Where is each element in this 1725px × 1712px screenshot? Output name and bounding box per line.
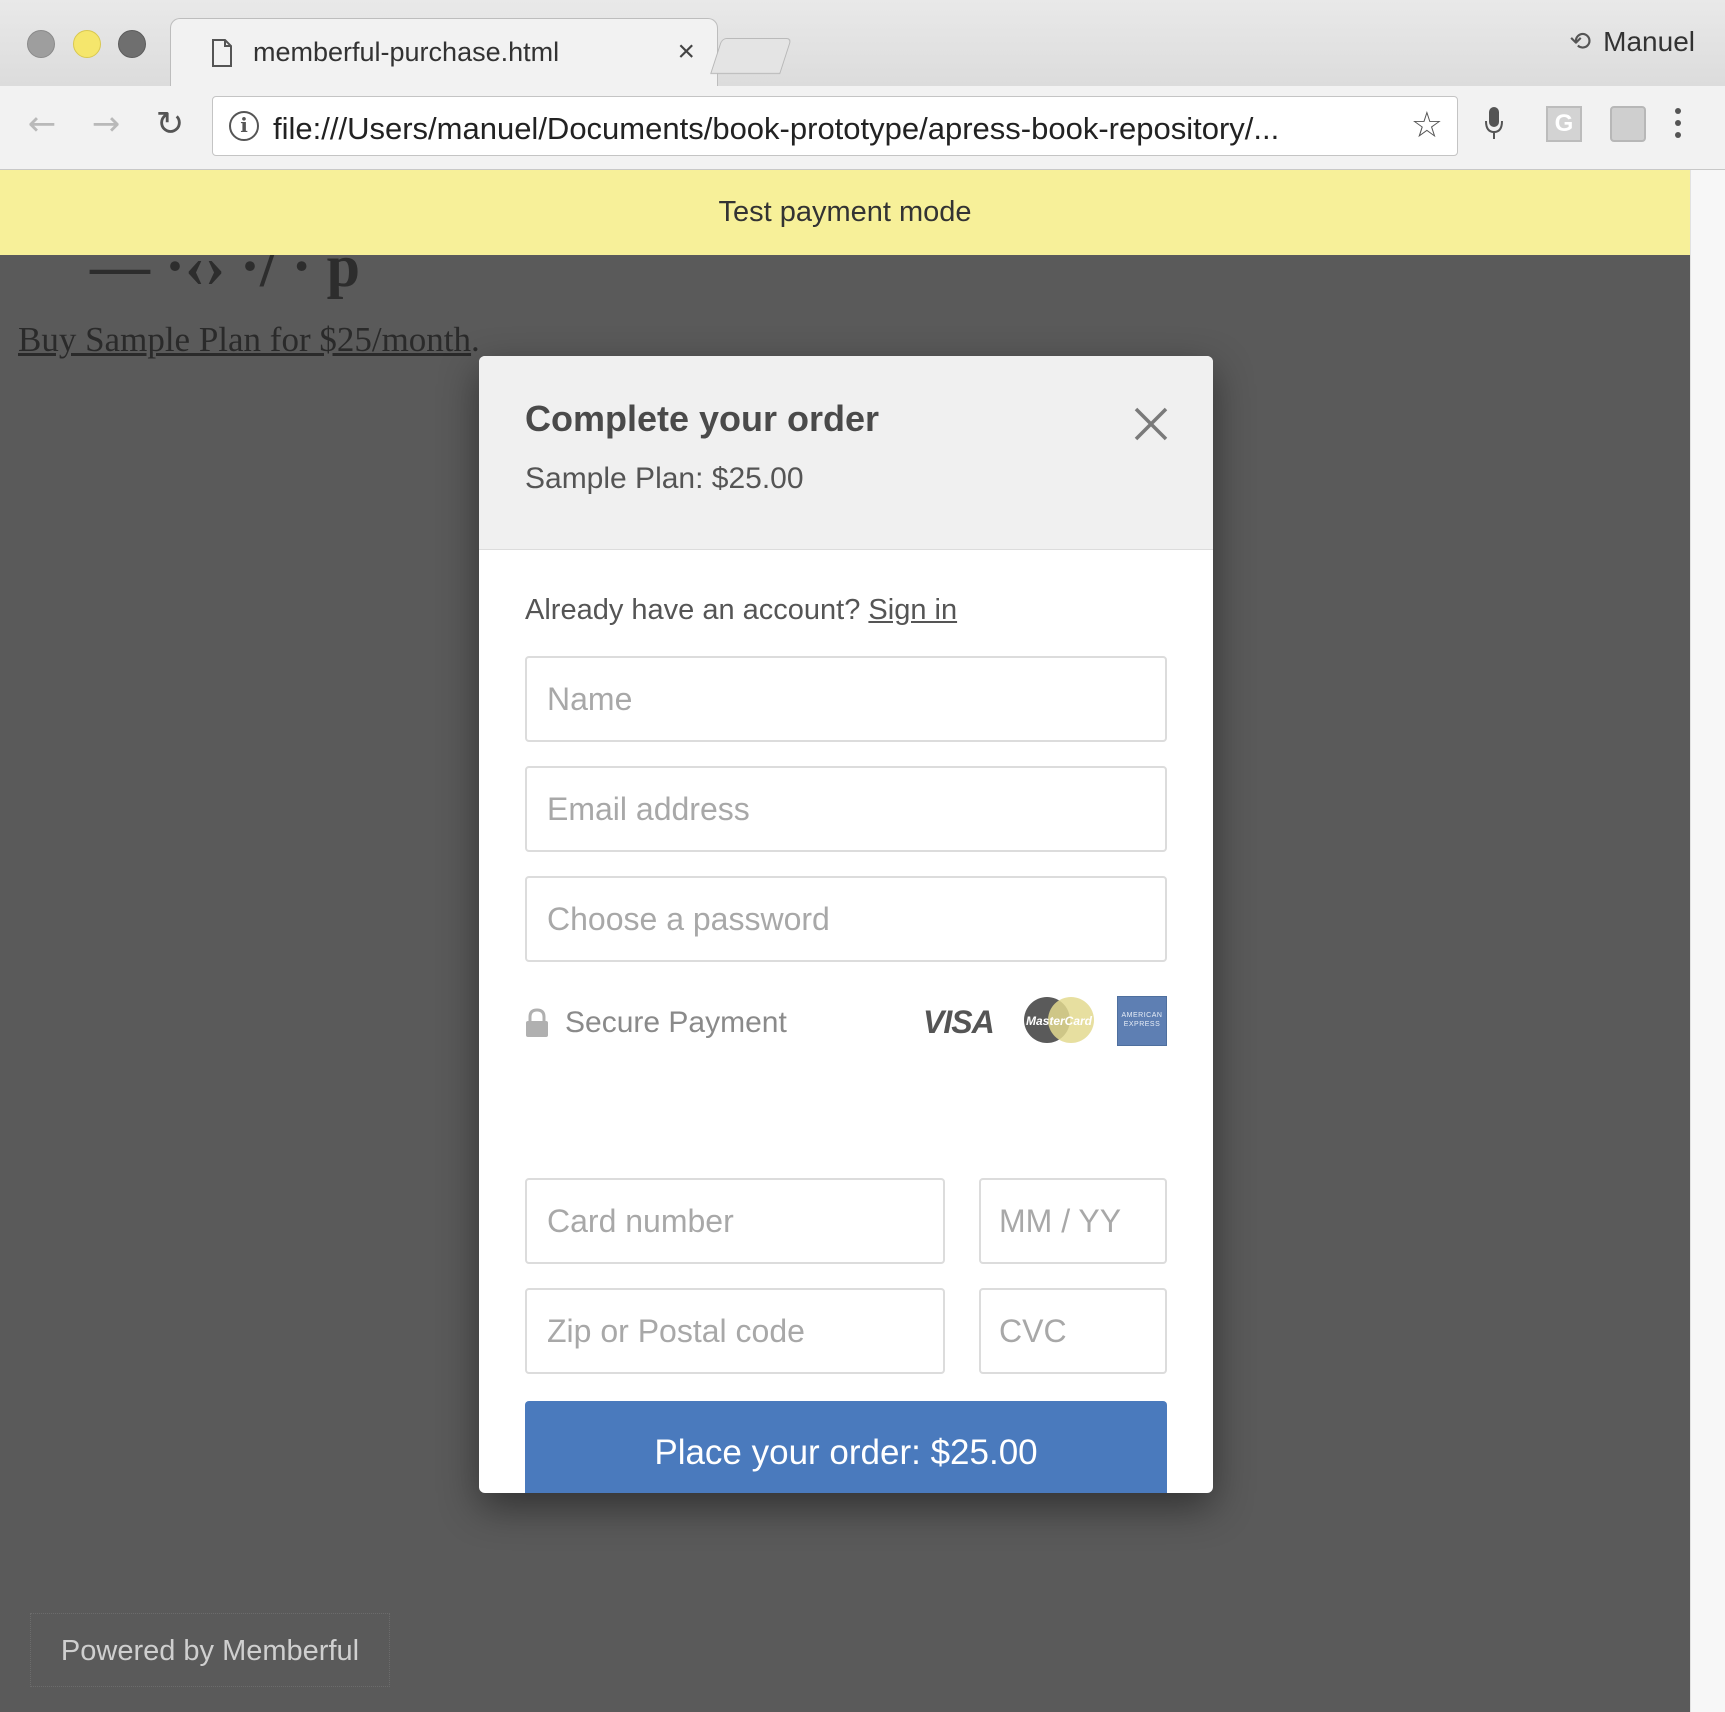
buy-plan-link-text[interactable]: Buy Sample Plan for $25/month [18, 320, 471, 359]
plan-price: Sample Plan: $25.00 [525, 462, 804, 495]
zip-input[interactable] [525, 1288, 945, 1374]
email-input[interactable] [525, 766, 1167, 852]
back-arrow-icon[interactable]: ← [20, 102, 64, 146]
mastercard-text: MasterCard [1026, 1014, 1093, 1028]
tab-title: memberful-purchase.html [253, 37, 560, 67]
profile-button[interactable]: ⟲ Manuel [1569, 26, 1695, 58]
browser-tab-active[interactable]: memberful-purchase.html × [170, 18, 718, 88]
sign-in-link[interactable]: Sign in [868, 594, 957, 626]
tab-close-icon[interactable]: × [677, 35, 695, 68]
extension-g-icon[interactable]: G [1546, 106, 1582, 142]
expiry-input[interactable] [979, 1178, 1167, 1264]
info-icon[interactable]: i [229, 111, 259, 141]
bookmark-star-icon[interactable]: ☆ [1411, 105, 1443, 146]
window-maximize-button[interactable] [118, 30, 146, 58]
kebab-menu-icon[interactable] [1670, 104, 1686, 144]
checkout-modal: Complete your order Sample Plan: $25.00 … [479, 356, 1213, 1493]
visa-icon: VISA [923, 1004, 995, 1040]
url-text[interactable]: file:///Users/manuel/Documents/book-prot… [273, 111, 1279, 147]
window-close-button[interactable] [27, 30, 55, 58]
browser-toolbar: ← → ↻ i file:///Users/manuel/Documents/b… [0, 86, 1725, 170]
card-number-input[interactable] [525, 1178, 945, 1264]
cvc-input[interactable] [979, 1288, 1167, 1374]
modal-header: Complete your order Sample Plan: $25.00 [479, 356, 1213, 550]
name-input[interactable] [525, 656, 1167, 742]
window-titlebar: memberful-purchase.html × ⟲ Manuel [0, 0, 1725, 88]
reload-icon[interactable]: ↻ [148, 102, 192, 146]
scrollbar[interactable] [1690, 170, 1725, 1712]
profile-name: Manuel [1603, 26, 1695, 57]
buy-plan-link-period: . [471, 320, 480, 359]
modal-title: Complete your order [525, 398, 880, 439]
microphone-icon[interactable] [1484, 106, 1504, 140]
amex-text: AMERICAN EXPRESS [1121, 1012, 1163, 1028]
page-viewport: — ·‹› ·/ · p Buy Sample Plan for $25/mon… [0, 170, 1690, 1712]
sign-in-prompt: Already have an account? Sign in [525, 594, 957, 627]
mastercard-icon: MasterCard [1024, 997, 1094, 1043]
address-bar[interactable]: i file:///Users/manuel/Documents/book-pr… [212, 96, 1458, 156]
account-prompt-text: Already have an account? [525, 594, 869, 626]
new-tab-button[interactable] [710, 38, 792, 74]
secure-payment-row: Secure Payment VISA MasterCard AMERICAN … [525, 996, 1167, 1052]
sync-icon: ⟲ [1569, 27, 1592, 57]
document-icon [212, 38, 232, 67]
lock-icon [526, 1008, 548, 1037]
secure-payment-label: Secure Payment [565, 1006, 787, 1039]
test-mode-banner: Test payment mode [0, 170, 1690, 255]
place-order-button[interactable]: Place your order: $25.00 [525, 1401, 1167, 1493]
window-minimize-button[interactable] [73, 30, 101, 58]
forward-arrow-icon[interactable]: → [84, 102, 128, 146]
buy-plan-link[interactable]: Buy Sample Plan for $25/month. [18, 320, 480, 360]
powered-by-memberful[interactable]: Powered by Memberful [30, 1613, 390, 1687]
close-icon[interactable] [1131, 404, 1171, 444]
amex-icon: AMERICAN EXPRESS [1117, 996, 1167, 1046]
password-input[interactable] [525, 876, 1167, 962]
extension-shield-icon[interactable] [1610, 106, 1646, 142]
